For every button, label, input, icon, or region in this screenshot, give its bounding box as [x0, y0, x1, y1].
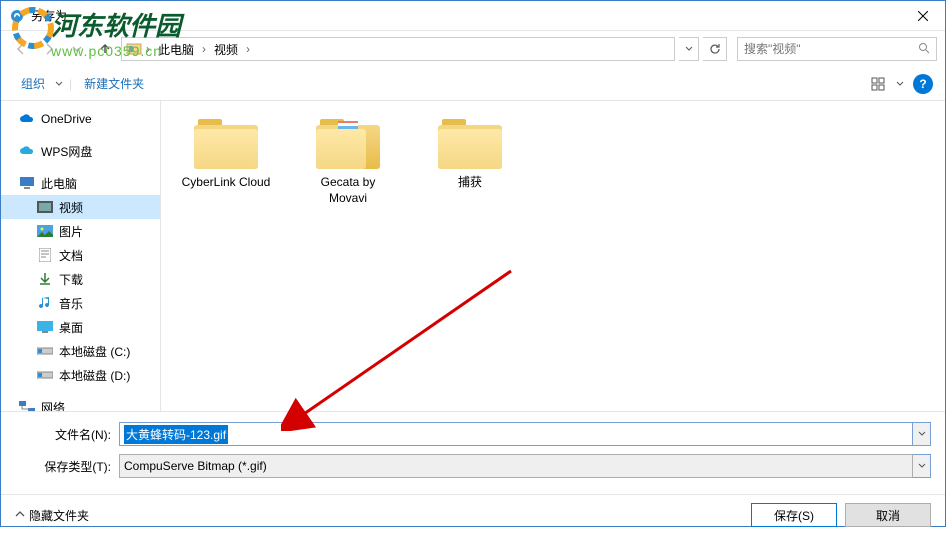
address-dropdown[interactable] — [679, 37, 699, 61]
organize-button[interactable]: 组织 — [13, 71, 53, 96]
sidebar-label: 下载 — [59, 271, 83, 288]
sidebar-label: 文档 — [59, 247, 83, 264]
breadcrumb-sep: › — [246, 42, 250, 56]
view-options-button[interactable] — [865, 72, 893, 96]
new-folder-button[interactable]: 新建文件夹 — [76, 71, 152, 96]
up-button[interactable] — [93, 37, 117, 61]
help-button[interactable]: ? — [913, 74, 933, 94]
sidebar-item-disk-c[interactable]: 本地磁盘 (C:) — [1, 339, 160, 363]
toolbar: 组织 | 新建文件夹 ? — [1, 67, 945, 101]
filetype-dropdown[interactable] — [913, 454, 931, 478]
sidebar-label: 此电脑 — [41, 175, 77, 192]
download-icon — [37, 271, 53, 287]
filename-label: 文件名(N): — [15, 426, 119, 443]
sidebar-item-videos[interactable]: 视频 — [1, 195, 160, 219]
view-dropdown[interactable] — [893, 72, 907, 96]
cancel-button[interactable]: 取消 — [845, 503, 931, 527]
breadcrumb[interactable]: › 此电脑 › 视频 › — [121, 37, 675, 61]
sidebar-label: 本地磁盘 (C:) — [59, 343, 130, 360]
close-icon — [918, 11, 928, 21]
breadcrumb-sep: › — [146, 42, 150, 56]
sidebar-label: 视频 — [59, 199, 83, 216]
folder-label: Gecata by Movavi — [303, 175, 393, 206]
filetype-row: 保存类型(T): CompuServe Bitmap (*.gif) — [15, 454, 931, 478]
desktop-icon — [37, 319, 53, 335]
folder-item[interactable]: CyberLink Cloud — [181, 117, 271, 191]
arrow-annotation — [281, 261, 521, 431]
folder-icon — [316, 117, 380, 169]
filename-row: 文件名(N): 大黄蜂转码-123.gif — [15, 422, 931, 446]
app-icon — [9, 8, 25, 24]
sidebar-item-documents[interactable]: 文档 — [1, 243, 160, 267]
sidebar-item-wps[interactable]: WPS网盘 — [1, 139, 160, 163]
titlebar: 另存为 — [1, 1, 945, 31]
filename-input[interactable]: 大黄蜂转码-123.gif — [119, 422, 913, 446]
search-box[interactable] — [737, 37, 937, 61]
save-button[interactable]: 保存(S) — [751, 503, 837, 527]
network-icon — [19, 399, 35, 411]
file-list[interactable]: CyberLink Cloud Gecata by Movavi 捕获 — [161, 101, 945, 411]
sidebar-item-music[interactable]: 音乐 — [1, 291, 160, 315]
cloud-icon — [19, 111, 35, 127]
search-icon[interactable] — [918, 42, 930, 57]
document-icon — [37, 247, 53, 263]
filename-dropdown[interactable] — [913, 422, 931, 446]
sidebar-label: OneDrive — [41, 112, 92, 126]
computer-icon — [19, 175, 35, 191]
address-bar: › 此电脑 › 视频 › — [1, 31, 945, 67]
hide-folders-link[interactable]: 隐藏文件夹 — [15, 507, 89, 524]
sidebar-label: WPS网盘 — [41, 143, 92, 160]
save-fields: 文件名(N): 大黄蜂转码-123.gif 保存类型(T): CompuServ… — [1, 411, 945, 494]
breadcrumb-current[interactable]: 视频 — [210, 39, 242, 60]
filetype-select[interactable]: CompuServe Bitmap (*.gif) — [119, 454, 913, 478]
picture-icon — [37, 223, 53, 239]
filename-value: 大黄蜂转码-123.gif — [124, 425, 228, 444]
video-icon — [37, 199, 53, 215]
folder-item[interactable]: Gecata by Movavi — [303, 117, 393, 206]
sidebar-item-thispc[interactable]: 此电脑 — [1, 171, 160, 195]
sidebar-item-network[interactable]: 网络 — [1, 395, 160, 411]
sidebar-item-downloads[interactable]: 下载 — [1, 267, 160, 291]
location-icon — [126, 42, 142, 56]
breadcrumb-sep: › — [202, 42, 206, 56]
chevron-up-icon — [15, 508, 25, 522]
sidebar-label: 网络 — [41, 399, 65, 412]
sidebar-label: 音乐 — [59, 295, 83, 312]
cloud-icon — [19, 143, 35, 159]
refresh-button[interactable] — [703, 37, 727, 61]
disk-icon — [37, 343, 53, 359]
window-title: 另存为 — [31, 7, 900, 24]
close-button[interactable] — [900, 1, 945, 30]
filetype-value: CompuServe Bitmap (*.gif) — [124, 459, 267, 473]
sidebar-item-disk-d[interactable]: 本地磁盘 (D:) — [1, 363, 160, 387]
sidebar-item-onedrive[interactable]: OneDrive — [1, 107, 160, 131]
music-icon — [37, 295, 53, 311]
footer: 隐藏文件夹 保存(S) 取消 — [1, 494, 945, 535]
folder-icon — [194, 117, 258, 169]
hide-folders-label: 隐藏文件夹 — [29, 507, 89, 524]
search-input[interactable] — [744, 42, 918, 56]
disk-icon — [37, 367, 53, 383]
recent-button[interactable] — [65, 37, 89, 61]
toolbar-separator: | — [69, 77, 72, 91]
sidebar: OneDrive WPS网盘 此电脑 视频 图片 文档 下载 — [1, 101, 161, 411]
sidebar-label: 本地磁盘 (D:) — [59, 367, 130, 384]
folder-item[interactable]: 捕获 — [425, 117, 515, 191]
sidebar-item-pictures[interactable]: 图片 — [1, 219, 160, 243]
main-area: OneDrive WPS网盘 此电脑 视频 图片 文档 下载 — [1, 101, 945, 411]
filetype-label: 保存类型(T): — [15, 458, 119, 475]
sidebar-label: 桌面 — [59, 319, 83, 336]
folder-label: CyberLink Cloud — [182, 175, 271, 191]
breadcrumb-root[interactable]: 此电脑 — [154, 39, 198, 60]
forward-button[interactable] — [37, 37, 61, 61]
sidebar-label: 图片 — [59, 223, 83, 240]
folder-icon — [438, 117, 502, 169]
back-button[interactable] — [9, 37, 33, 61]
sidebar-item-desktop[interactable]: 桌面 — [1, 315, 160, 339]
folder-label: 捕获 — [458, 175, 482, 191]
